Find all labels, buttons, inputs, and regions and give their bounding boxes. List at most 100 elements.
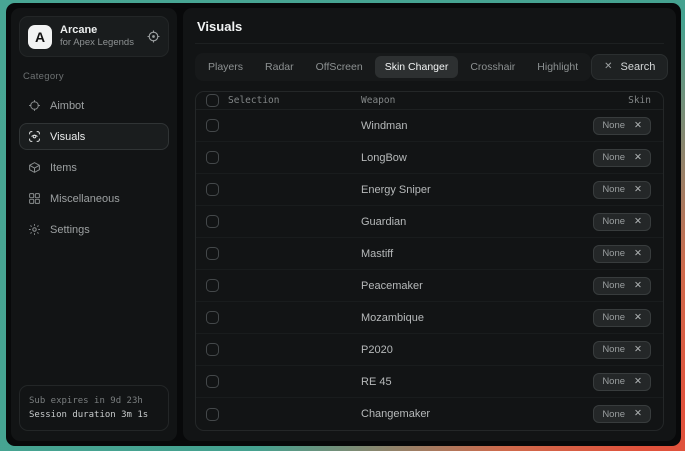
page-title: Visuals [197, 19, 662, 34]
tab-bar: PlayersRadarOffScreenSkin ChangerCrossha… [195, 53, 591, 81]
weapon-name: Energy Sniper [361, 184, 593, 196]
skin-select-badge[interactable]: None ✕ [593, 213, 651, 231]
row-checkbox[interactable] [206, 119, 219, 132]
eye-scan-icon [28, 130, 41, 143]
column-header-weapon: Weapon [361, 95, 628, 106]
table-row: LongBow None ✕ [196, 142, 663, 174]
row-checkbox[interactable] [206, 343, 219, 356]
clear-skin-icon[interactable]: ✕ [634, 313, 642, 323]
weapon-name: Mastiff [361, 248, 593, 260]
clear-skin-icon[interactable]: ✕ [634, 377, 642, 387]
skin-select-badge[interactable]: None ✕ [593, 277, 651, 295]
sidebar: A Arcane for Apex Legends Category Aimbo… [11, 8, 177, 441]
weapon-name: Changemaker [361, 408, 593, 420]
skin-value: None [602, 376, 625, 387]
table-row: Changemaker None ✕ [196, 398, 663, 430]
column-header-selection: Selection [228, 95, 361, 106]
skin-select-badge[interactable]: None ✕ [593, 309, 651, 327]
tab-skin-changer[interactable]: Skin Changer [375, 56, 459, 78]
search-button-label: Search [621, 61, 656, 73]
skin-select-badge[interactable]: None ✕ [593, 149, 651, 167]
category-label: Category [23, 71, 165, 82]
skin-value: None [602, 248, 625, 259]
skin-select-badge[interactable]: None ✕ [593, 373, 651, 391]
sidebar-item-settings[interactable]: Settings [19, 216, 169, 243]
gear-icon [28, 223, 41, 236]
weapon-name: Mozambique [361, 312, 593, 324]
category-nav: Aimbot Visuals Items Miscellaneous Setti… [19, 92, 169, 243]
weapon-name: Guardian [361, 216, 593, 228]
subscription-card: Sub expires in 9d 23h Session duration 3… [19, 385, 169, 431]
table-row: Windman None ✕ [196, 110, 663, 142]
skin-value: None [602, 409, 625, 420]
table-row: P2020 None ✕ [196, 334, 663, 366]
row-checkbox[interactable] [206, 375, 219, 388]
skin-select-badge[interactable]: None ✕ [593, 117, 651, 135]
crosshair-icon [28, 99, 41, 112]
row-checkbox[interactable] [206, 311, 219, 324]
row-checkbox[interactable] [206, 215, 219, 228]
skin-select-badge[interactable]: None ✕ [593, 245, 651, 263]
skin-value: None [602, 344, 625, 355]
clear-skin-icon[interactable]: ✕ [634, 121, 642, 131]
row-checkbox[interactable] [206, 151, 219, 164]
clear-skin-icon[interactable]: ✕ [634, 345, 642, 355]
tab-offscreen[interactable]: OffScreen [306, 56, 373, 78]
table-header-row: Selection Weapon Skin [196, 92, 663, 110]
column-header-skin: Skin [628, 95, 651, 106]
target-status-icon[interactable] [147, 30, 160, 43]
skin-value: None [602, 216, 625, 227]
table-row: Mastiff None ✕ [196, 238, 663, 270]
main-header: Visuals [195, 8, 664, 44]
search-icon: ✕ [604, 62, 612, 72]
clear-skin-icon[interactable]: ✕ [634, 185, 642, 195]
row-checkbox[interactable] [206, 247, 219, 260]
sidebar-item-miscellaneous[interactable]: Miscellaneous [19, 185, 169, 212]
skin-value: None [602, 152, 625, 163]
clear-skin-icon[interactable]: ✕ [634, 217, 642, 227]
row-checkbox[interactable] [206, 279, 219, 292]
skin-value: None [602, 120, 625, 131]
table-row: Energy Sniper None ✕ [196, 174, 663, 206]
row-checkbox[interactable] [206, 183, 219, 196]
skin-select-badge[interactable]: None ✕ [593, 341, 651, 359]
row-checkbox[interactable] [206, 408, 219, 421]
clear-skin-icon[interactable]: ✕ [634, 409, 642, 419]
tab-highlight[interactable]: Highlight [527, 56, 588, 78]
table-row: RE 45 None ✕ [196, 366, 663, 398]
tab-radar[interactable]: Radar [255, 56, 304, 78]
package-icon [28, 161, 41, 174]
clear-skin-icon[interactable]: ✕ [634, 281, 642, 291]
weapon-name: P2020 [361, 344, 593, 356]
grid-icon [28, 192, 41, 205]
app-window: A Arcane for Apex Legends Category Aimbo… [6, 3, 681, 446]
table-row: Mozambique None ✕ [196, 302, 663, 334]
weapon-name: RE 45 [361, 376, 593, 388]
search-button[interactable]: ✕ Search [591, 54, 668, 80]
skin-value: None [602, 312, 625, 323]
tab-players[interactable]: Players [198, 56, 253, 78]
app-logo: A [28, 25, 52, 49]
skin-select-badge[interactable]: None ✕ [593, 405, 651, 423]
skin-table: Selection Weapon Skin Windman None ✕ Lon… [195, 91, 664, 431]
clear-skin-icon[interactable]: ✕ [634, 249, 642, 259]
skin-select-badge[interactable]: None ✕ [593, 181, 651, 199]
app-titles: Arcane for Apex Legends [60, 24, 139, 49]
main-panel: Visuals PlayersRadarOffScreenSkin Change… [183, 8, 676, 441]
clear-skin-icon[interactable]: ✕ [634, 153, 642, 163]
app-subtitle: for Apex Legends [60, 37, 139, 49]
weapon-name: LongBow [361, 152, 593, 164]
table-row: Peacemaker None ✕ [196, 270, 663, 302]
skin-value: None [602, 280, 625, 291]
skin-value: None [602, 184, 625, 195]
table-body: Windman None ✕ LongBow None ✕ Energy Sni… [196, 110, 663, 430]
select-all-checkbox[interactable] [206, 94, 219, 107]
sub-expires-text: Sub expires in 9d 23h [29, 394, 159, 408]
sidebar-item-items[interactable]: Items [19, 154, 169, 181]
session-duration-text: Session duration 3m 1s [29, 408, 159, 422]
weapon-name: Windman [361, 120, 593, 132]
weapon-name: Peacemaker [361, 280, 593, 292]
tab-crosshair[interactable]: Crosshair [460, 56, 525, 78]
sidebar-item-aimbot[interactable]: Aimbot [19, 92, 169, 119]
sidebar-item-visuals[interactable]: Visuals [19, 123, 169, 150]
